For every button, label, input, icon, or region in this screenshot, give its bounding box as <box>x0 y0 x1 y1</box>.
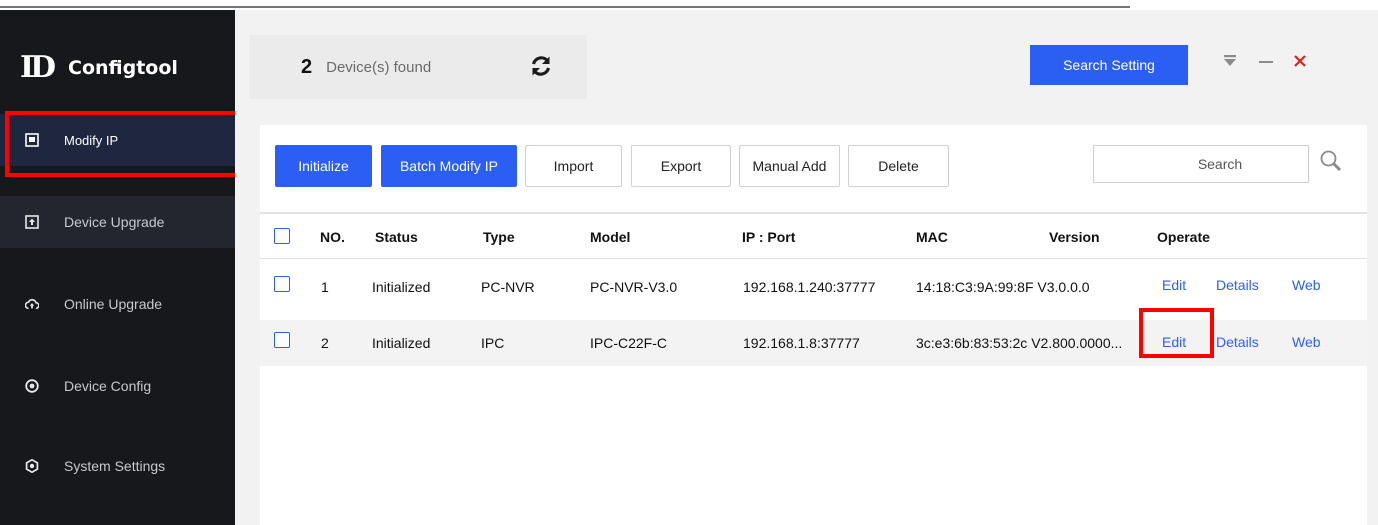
sidebar-item-online-upgrade[interactable]: Online Upgrade <box>0 278 235 330</box>
delete-button[interactable]: Delete <box>848 145 949 187</box>
cell-type: IPC <box>481 335 505 351</box>
top-divider <box>0 6 1130 8</box>
sidebar-item-label: System Settings <box>64 458 166 474</box>
export-button[interactable]: Export <box>631 145 731 187</box>
column-header-operate: Operate <box>1157 229 1210 245</box>
column-header-model: Model <box>590 229 631 245</box>
config-icon <box>25 379 39 393</box>
cell-no: 1 <box>321 279 329 295</box>
search-setting-button[interactable]: Search Setting <box>1030 45 1188 85</box>
device-found-panel: 2 Device(s) found <box>249 35 587 99</box>
app-name: Configtool <box>68 56 178 79</box>
table-row[interactable]: 2 Initialized IPC IPC-C22F-C 192.168.1.8… <box>260 320 1367 366</box>
details-link[interactable]: Details <box>1216 277 1259 293</box>
table-header: NO. Status Type Model IP : Port MAC Vers… <box>260 212 1367 259</box>
close-icon[interactable] <box>1293 54 1307 73</box>
app-logo: ID Configtool <box>20 50 178 85</box>
dropdown-menu-icon[interactable] <box>1223 54 1237 73</box>
cell-no: 2 <box>321 335 329 351</box>
sidebar-item-system-settings[interactable]: System Settings <box>0 440 235 492</box>
cell-ip-port: 192.168.1.8:37777 <box>743 335 860 351</box>
logo-mark-icon: ID <box>20 50 56 85</box>
table-row[interactable]: 1 Initialized PC-NVR PC-NVR-V3.0 192.168… <box>260 270 1367 316</box>
column-header-ip-port: IP : Port <box>742 229 796 245</box>
search-icon[interactable] <box>1319 149 1343 178</box>
cell-ip-port: 192.168.1.240:37777 <box>743 279 876 295</box>
top-strip <box>0 0 1378 10</box>
sidebar-item-device-config[interactable]: Device Config <box>0 360 235 412</box>
sidebar-item-modify-ip[interactable]: Modify IP <box>0 114 235 166</box>
sidebar: ID Configtool Modify IP Device Upgrade O… <box>0 10 235 525</box>
column-header-mac: MAC <box>916 229 948 245</box>
cell-mac: 14:18:C3:9A:99:8F V3.0.0.0 <box>916 279 1090 295</box>
device-list-panel: Initialize Batch Modify IP Import Export… <box>260 125 1367 525</box>
batch-modify-ip-button[interactable]: Batch Modify IP <box>381 145 517 187</box>
details-link[interactable]: Details <box>1216 334 1259 350</box>
import-button[interactable]: Import <box>525 145 622 187</box>
sidebar-item-label: Device Upgrade <box>64 214 165 230</box>
cloud-upgrade-icon <box>25 297 39 311</box>
cell-mac: 3c:e3:6b:83:53:2c V2.800.0000... <box>916 335 1123 351</box>
device-count: 2 <box>301 55 313 78</box>
sidebar-item-device-upgrade[interactable]: Device Upgrade <box>0 196 235 248</box>
edit-link[interactable]: Edit <box>1162 277 1186 293</box>
sidebar-item-label: Modify IP <box>64 132 119 148</box>
web-link[interactable]: Web <box>1292 277 1321 293</box>
sidebar-item-label: Online Upgrade <box>64 296 163 312</box>
initialize-button[interactable]: Initialize <box>275 145 372 187</box>
manual-add-button[interactable]: Manual Add <box>739 145 840 187</box>
search-input[interactable] <box>1094 146 1308 182</box>
cell-model: PC-NVR-V3.0 <box>590 279 678 295</box>
cell-model: IPC-C22F-C <box>590 335 668 351</box>
column-header-type: Type <box>483 229 515 245</box>
row-checkbox[interactable] <box>274 276 290 292</box>
select-all-checkbox[interactable] <box>274 228 290 244</box>
settings-icon <box>25 459 39 473</box>
sidebar-item-label: Device Config <box>64 378 152 394</box>
column-header-version: Version <box>1049 229 1100 245</box>
device-found-label: Device(s) found <box>326 58 432 76</box>
search-box <box>1093 145 1309 183</box>
cell-status: Initialized <box>372 335 431 351</box>
edit-link[interactable]: Edit <box>1162 334 1186 350</box>
column-header-status: Status <box>375 229 418 245</box>
refresh-icon[interactable] <box>529 54 553 83</box>
web-link[interactable]: Web <box>1292 334 1321 350</box>
column-header-no: NO. <box>320 229 345 245</box>
cell-type: PC-NVR <box>481 279 535 295</box>
minimize-icon[interactable] <box>1258 54 1274 73</box>
upload-icon <box>25 215 39 229</box>
cell-status: Initialized <box>372 279 431 295</box>
row-checkbox[interactable] <box>274 332 290 348</box>
ip-icon <box>25 133 39 147</box>
main-window: 2 Device(s) found Search Setting Initial… <box>235 10 1378 525</box>
